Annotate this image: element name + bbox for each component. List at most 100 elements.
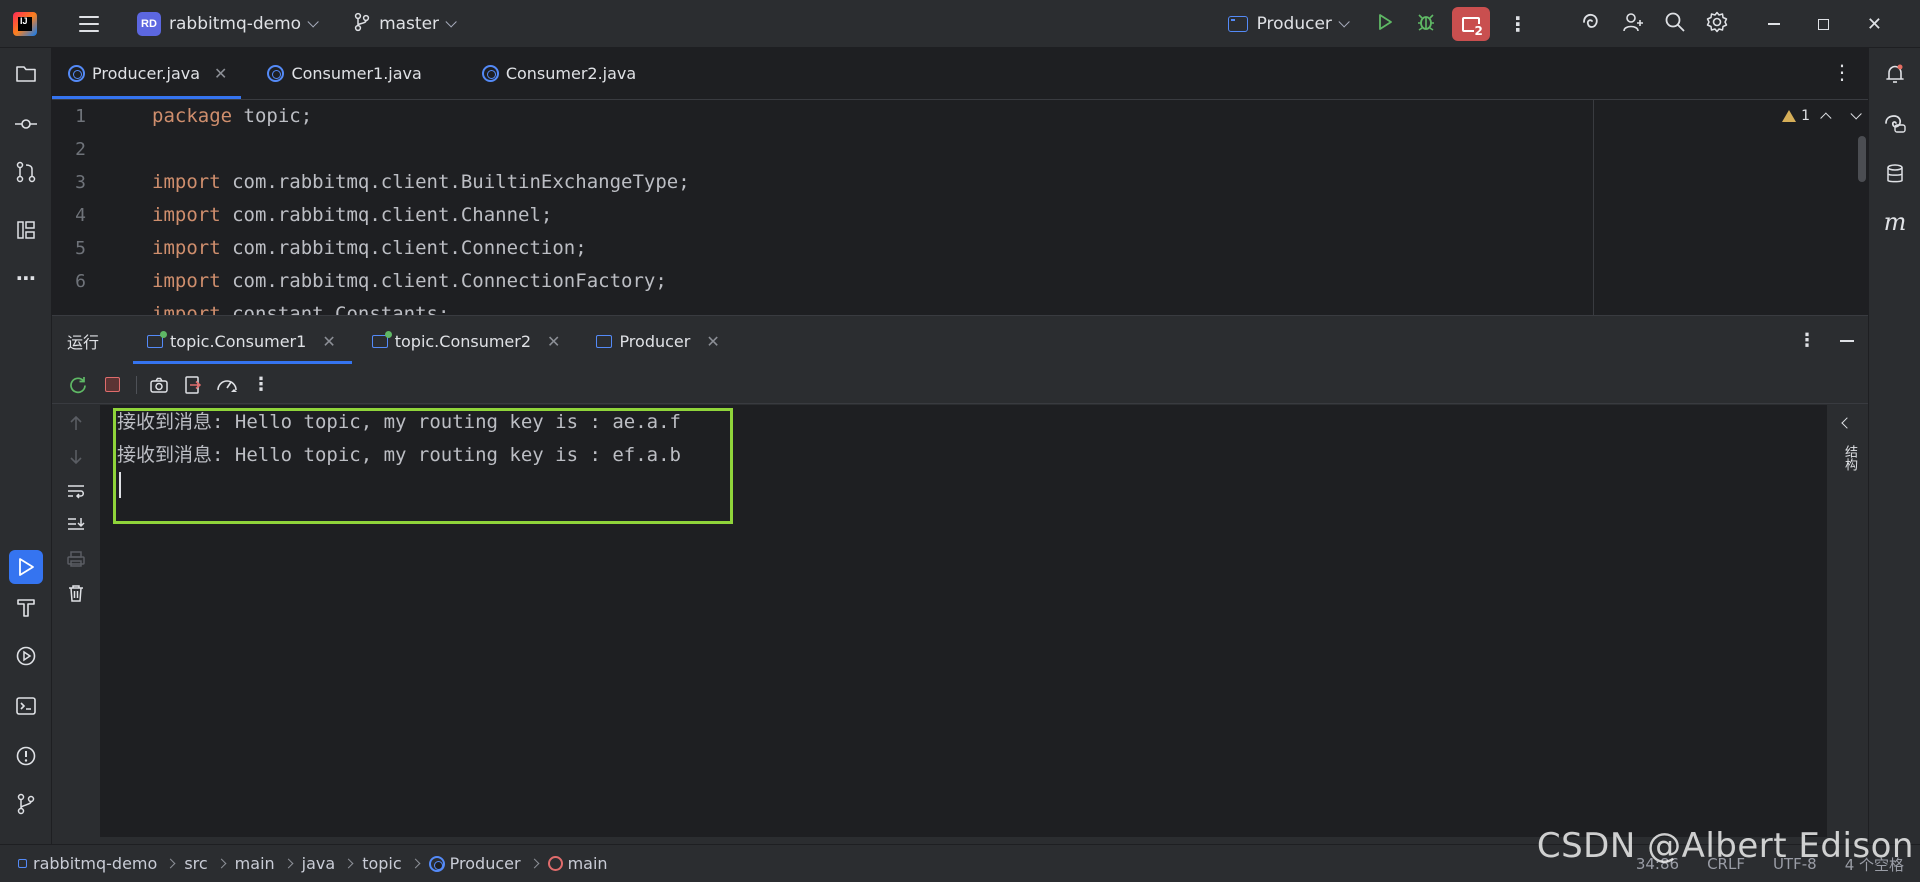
- console-line: 接收到消息: Hello topic, my routing key is : …: [117, 444, 681, 466]
- structure-icon[interactable]: [12, 216, 40, 244]
- chevron-right-icon: [410, 858, 421, 869]
- line-number: 2: [75, 139, 86, 160]
- build-hammer-icon[interactable]: [12, 593, 40, 621]
- project-name[interactable]: rabbitmq-demo: [169, 14, 301, 34]
- tab-label: Consumer1.java: [291, 63, 422, 83]
- stop-button[interactable]: 2: [1451, 7, 1490, 41]
- print-icon[interactable]: [64, 547, 88, 571]
- console-right-strip: 结构: [1827, 405, 1868, 837]
- line-number: 6: [75, 271, 86, 292]
- chevron-down-icon[interactable]: [307, 15, 319, 28]
- git-icon[interactable]: [12, 790, 40, 818]
- close-icon[interactable]: ✕: [214, 64, 227, 83]
- ai-assistant-icon[interactable]: [1580, 11, 1602, 37]
- method-icon: [547, 856, 563, 871]
- run-tab-consumer1[interactable]: topic.Consumer1 ✕: [131, 316, 352, 366]
- gear-icon[interactable]: [1706, 11, 1728, 37]
- close-icon[interactable]: ✕: [547, 332, 560, 351]
- intellij-logo-icon[interactable]: IJ: [13, 11, 37, 36]
- code-editor[interactable]: 1 2 3 4 5 6 package topic; import com.ra…: [52, 100, 1868, 315]
- arrow-up-icon[interactable]: [64, 411, 88, 435]
- run-tab-producer[interactable]: Producer ✕: [580, 316, 735, 366]
- exit-icon[interactable]: [181, 373, 205, 397]
- code-line: import com.rabbitmq.client.BuiltinExchan…: [152, 171, 690, 193]
- run-config-icon: [1227, 16, 1248, 32]
- chevron-left-icon[interactable]: [1841, 417, 1853, 429]
- chevron-right-icon: [216, 858, 227, 869]
- close-icon[interactable]: ✕: [322, 332, 335, 351]
- rerun-icon[interactable]: [66, 373, 90, 397]
- project-folder-icon[interactable]: [12, 60, 40, 88]
- more-tools-icon[interactable]: ⋯: [12, 264, 40, 292]
- trash-icon[interactable]: [64, 581, 88, 605]
- chevron-down-icon[interactable]: [1338, 16, 1350, 28]
- camera-icon[interactable]: [147, 373, 171, 397]
- scroll-to-end-icon[interactable]: [64, 513, 88, 537]
- run-config-selector[interactable]: Producer: [1257, 14, 1332, 34]
- breadcrumb-java[interactable]: java: [302, 854, 336, 873]
- line-number-gutter: 1 2 3 4 5 6: [52, 100, 106, 315]
- java-class-icon: [428, 855, 445, 872]
- chevron-down-icon[interactable]: [1850, 108, 1862, 120]
- run-tool-icon[interactable]: [9, 550, 43, 584]
- soft-wrap-icon[interactable]: [64, 479, 88, 503]
- terminal-icon[interactable]: [12, 692, 40, 720]
- branch-name[interactable]: master: [379, 14, 439, 34]
- search-icon[interactable]: [1664, 11, 1686, 37]
- structure-side-label[interactable]: 结构: [1840, 445, 1859, 471]
- run-icon[interactable]: [1376, 13, 1394, 35]
- code-line: import com.rabbitmq.client.Connection;: [152, 237, 587, 259]
- console-output[interactable]: 接收到消息: Hello topic, my routing key is : …: [100, 405, 1827, 837]
- run-options-more-icon[interactable]: ⋮: [1798, 330, 1816, 351]
- close-icon[interactable]: ✕: [706, 332, 719, 351]
- tab-consumer2-java[interactable]: Consumer2.java: [466, 47, 650, 99]
- editor-scrollbar[interactable]: [1858, 136, 1866, 182]
- close-window-button[interactable]: ✕: [1867, 14, 1882, 35]
- notifications-bell-icon[interactable]: [1881, 60, 1909, 88]
- tab-producer-java[interactable]: Producer.java ✕: [52, 47, 242, 99]
- problems-icon[interactable]: [12, 742, 40, 770]
- module-icon: [18, 859, 27, 868]
- stop-icon[interactable]: [100, 373, 124, 397]
- main-menu-icon[interactable]: [79, 15, 99, 32]
- chevron-up-icon[interactable]: [1820, 112, 1832, 124]
- restore-window-button[interactable]: [1817, 18, 1829, 30]
- run-config-icon: [596, 334, 613, 348]
- console-side-toolbar: [52, 405, 100, 837]
- minimize-window-button[interactable]: [1767, 23, 1780, 25]
- more-actions-icon[interactable]: ⋮: [1508, 12, 1528, 36]
- ai-chat-icon[interactable]: [1881, 110, 1909, 138]
- warning-count: 1: [1801, 108, 1810, 124]
- arrow-down-icon[interactable]: [64, 445, 88, 469]
- profiler-gauge-icon[interactable]: [215, 373, 239, 397]
- chevron-down-icon[interactable]: [445, 15, 457, 28]
- breadcrumb-method-main[interactable]: main: [547, 854, 608, 873]
- commit-icon[interactable]: [12, 110, 40, 138]
- breadcrumb-main[interactable]: main: [235, 854, 275, 873]
- maven-icon[interactable]: m: [1881, 208, 1909, 236]
- breadcrumb-topic[interactable]: topic: [362, 854, 401, 873]
- project-badge[interactable]: RD: [137, 11, 161, 36]
- tab-label: Producer.java: [92, 63, 201, 83]
- run-tab-consumer2[interactable]: topic.Consumer2 ✕: [356, 316, 577, 366]
- hide-panel-icon[interactable]: [1840, 339, 1854, 342]
- debug-icon[interactable]: [1416, 12, 1436, 36]
- add-user-icon[interactable]: [1622, 11, 1644, 37]
- breadcrumb-src[interactable]: src: [184, 854, 207, 873]
- inspection-widget[interactable]: 1: [1782, 108, 1862, 124]
- console-line: 接收到消息: Hello topic, my routing key is : …: [117, 411, 681, 433]
- breadcrumb-producer[interactable]: Producer: [428, 854, 521, 873]
- pull-requests-icon[interactable]: [12, 158, 40, 186]
- run-panel-title: 运行: [67, 333, 100, 352]
- tab-consumer1-java[interactable]: Consumer1.java: [251, 47, 435, 99]
- database-icon[interactable]: [1881, 160, 1909, 188]
- text-cursor: [119, 472, 121, 498]
- services-icon[interactable]: [12, 642, 40, 670]
- breadcrumb-project[interactable]: rabbitmq-demo: [18, 854, 157, 873]
- more-options-icon[interactable]: ⋮: [249, 373, 273, 397]
- run-tab-label: Producer: [619, 331, 691, 351]
- code-line: import com.rabbitmq.client.Channel;: [152, 204, 553, 226]
- tab-actions-more-icon[interactable]: ⋮: [1832, 62, 1852, 82]
- run-config-icon: [371, 330, 392, 348]
- chevron-right-icon: [165, 858, 176, 869]
